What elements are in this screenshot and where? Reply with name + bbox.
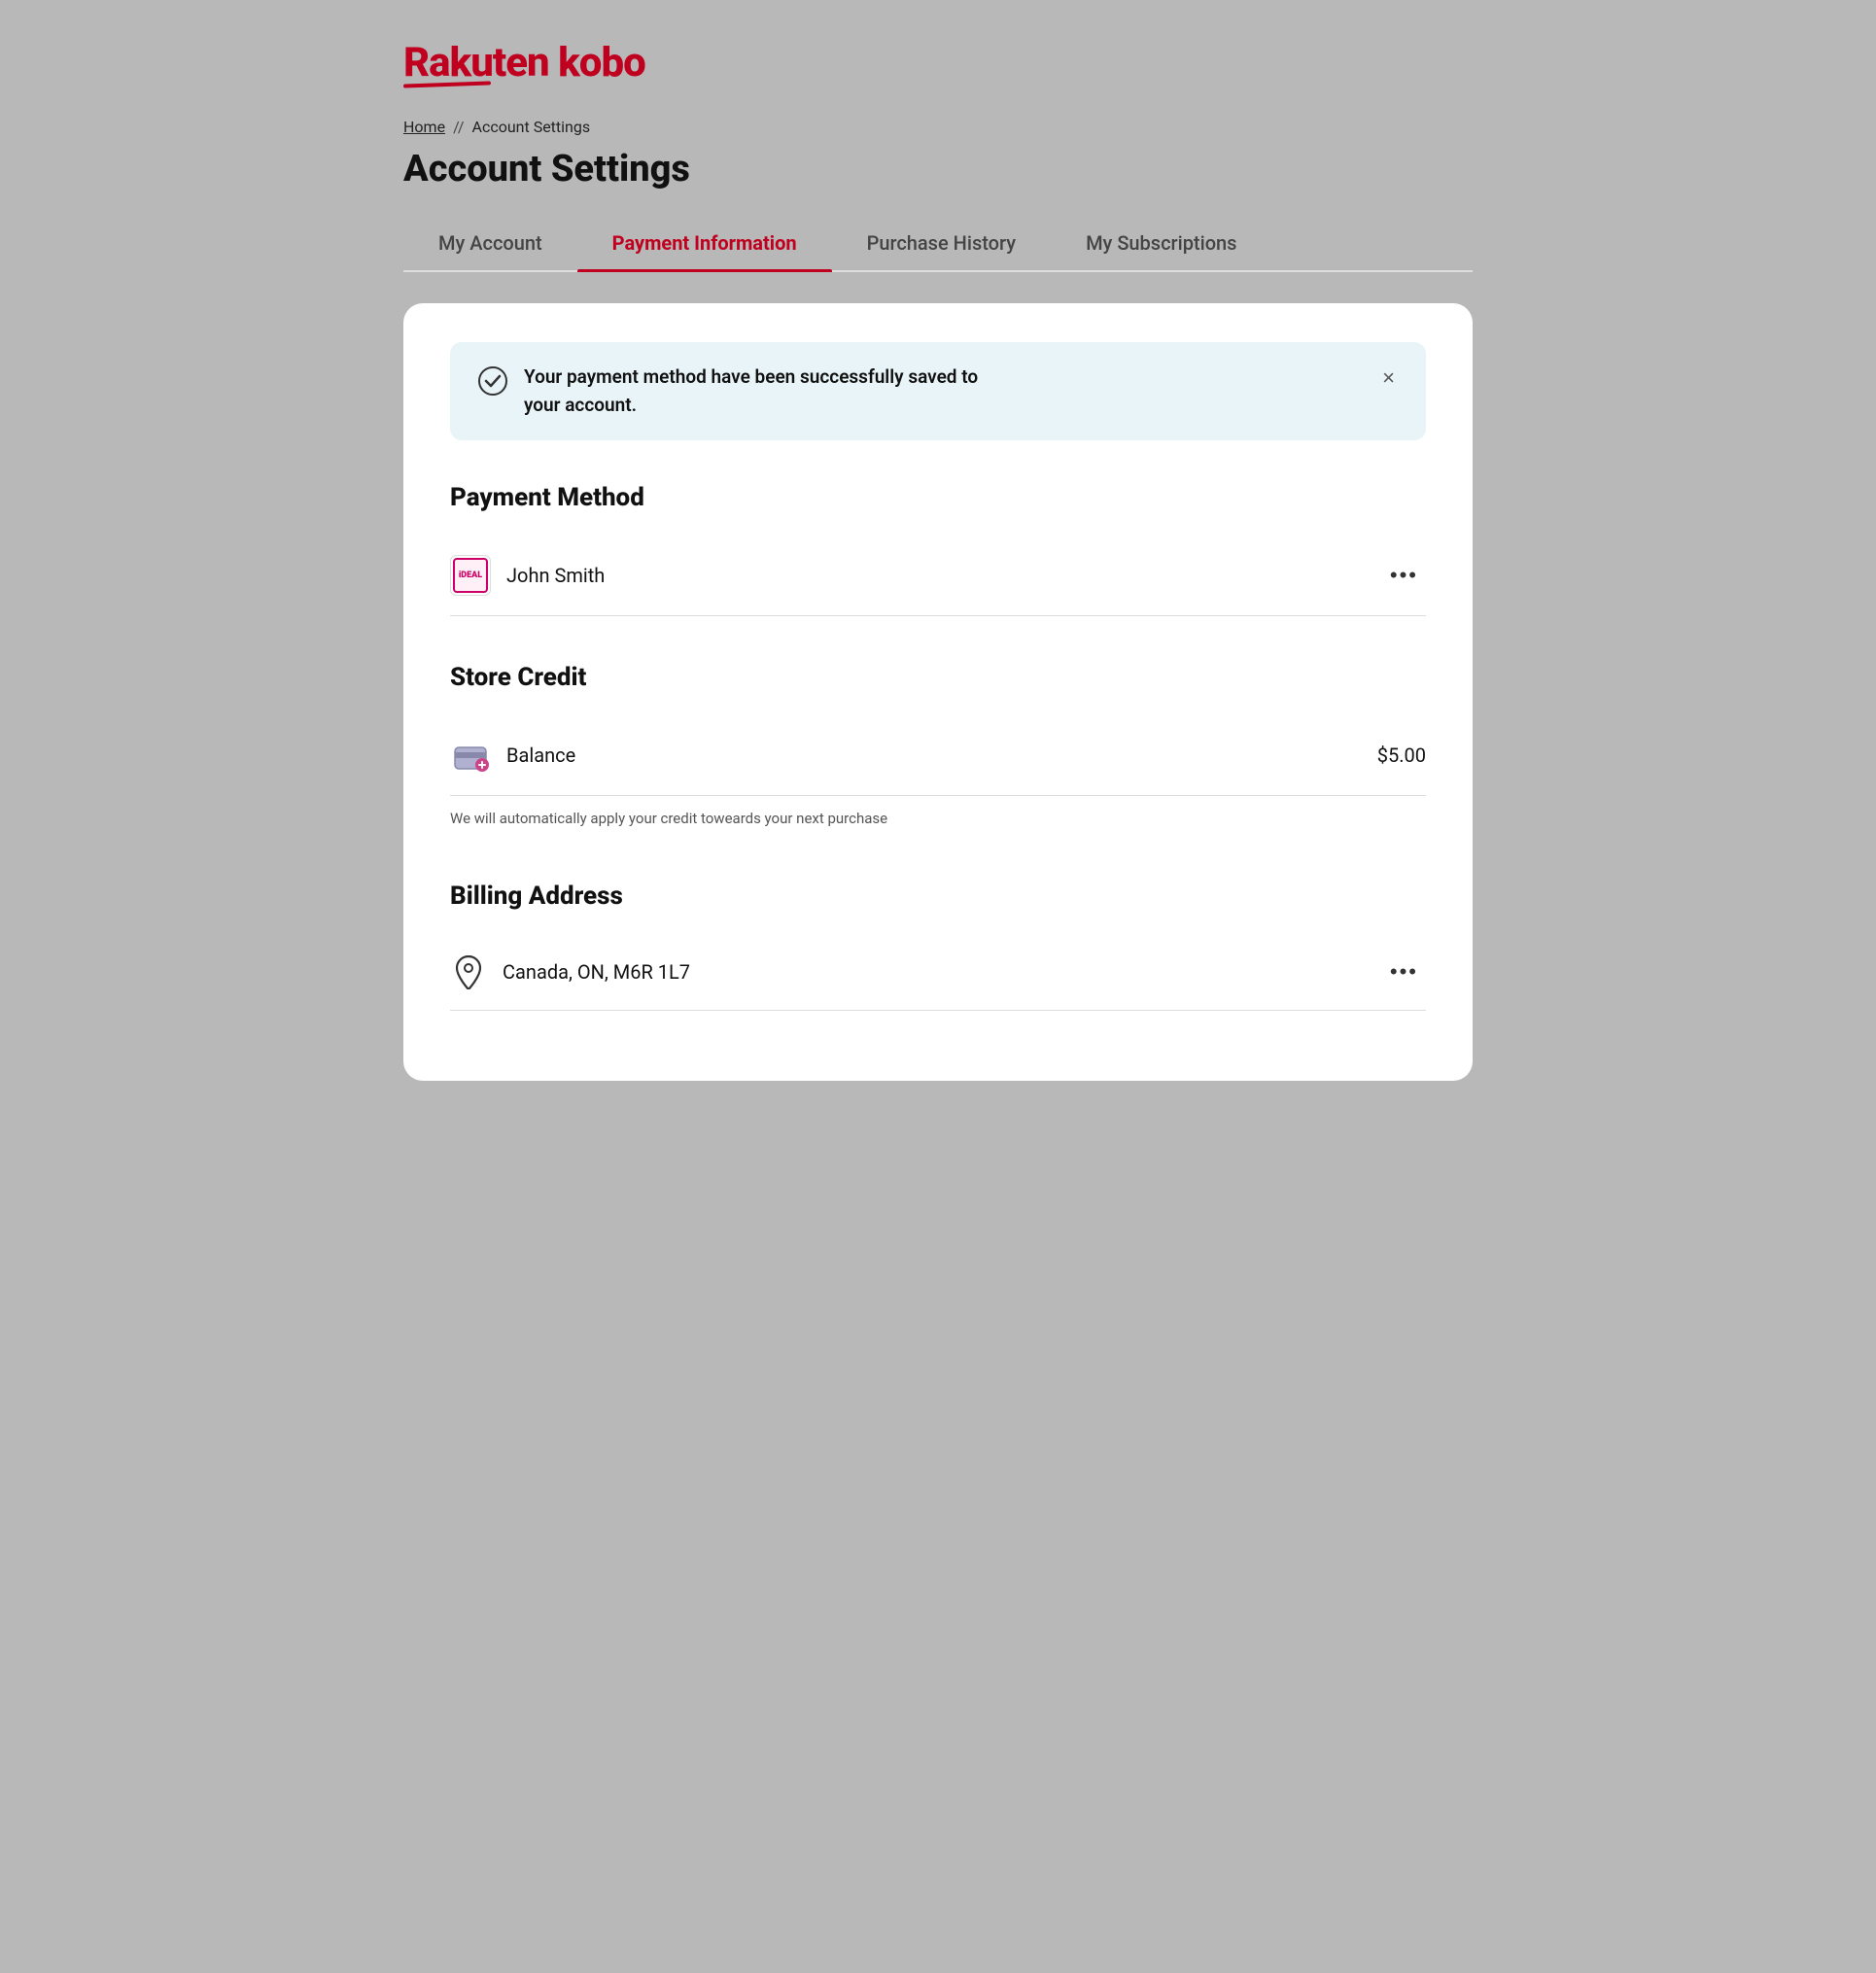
success-message-line1: Your payment method have been successful… [524, 365, 978, 388]
billing-address-more-button[interactable]: ••• [1382, 955, 1426, 988]
payment-method-left: iDEAL John Smith [450, 555, 605, 596]
ideal-label: iDEAL [459, 571, 482, 580]
store-credit-left: Balance [450, 735, 575, 776]
balance-value: $5.00 [1377, 744, 1426, 767]
payment-method-title: Payment Method [450, 483, 1426, 512]
payment-method-section: Payment Method iDEAL John Smith ••• [450, 483, 1426, 616]
store-credit-note: We will automatically apply your credit … [450, 810, 1426, 835]
logo: Rakuten kobo [403, 39, 1473, 87]
success-banner: Your payment method have been successful… [450, 342, 1426, 440]
breadcrumb-current: Account Settings [472, 118, 591, 136]
tabs-container: My Account Payment Information Purchase … [403, 218, 1473, 272]
ideal-icon: iDEAL [450, 555, 491, 596]
payment-method-row: iDEAL John Smith ••• [450, 536, 1426, 616]
store-credit-icon [450, 735, 491, 776]
store-credit-section: Store Credit Balance $5.00 We will a [450, 663, 1426, 835]
breadcrumb-separator: // [453, 118, 464, 136]
success-banner-left: Your payment method have been successful… [477, 363, 978, 419]
content-card: Your payment method have been successful… [403, 303, 1473, 1081]
page-container: Rakuten kobo Home // Account Settings Ac… [403, 39, 1473, 1934]
logo-text[interactable]: Rakuten kobo [403, 39, 1473, 87]
breadcrumb-home[interactable]: Home [403, 118, 445, 136]
page-title: Account Settings [403, 148, 1473, 190]
success-message: Your payment method have been successful… [524, 363, 978, 419]
breadcrumb: Home // Account Settings [403, 118, 1473, 136]
tab-payment-information[interactable]: Payment Information [577, 218, 832, 270]
tab-my-account[interactable]: My Account [403, 218, 577, 270]
billing-address-title: Billing Address [450, 882, 1426, 911]
store-credit-title: Store Credit [450, 663, 1426, 692]
tab-purchase-history[interactable]: Purchase History [832, 218, 1051, 270]
store-credit-row: Balance $5.00 [450, 715, 1426, 796]
check-circle-icon [477, 365, 508, 397]
billing-address-section: Billing Address Canada, ON, M6R 1L7 ••• [450, 882, 1426, 1011]
success-message-line2: your account. [524, 394, 637, 416]
location-pin-icon [450, 953, 487, 990]
tab-my-subscriptions[interactable]: My Subscriptions [1051, 218, 1271, 270]
payment-method-name: John Smith [506, 564, 605, 587]
close-banner-button[interactable]: × [1378, 365, 1399, 391]
billing-address-row: Canada, ON, M6R 1L7 ••• [450, 934, 1426, 1011]
billing-address-value: Canada, ON, M6R 1L7 [503, 960, 690, 984]
balance-label: Balance [506, 744, 575, 767]
payment-method-more-button[interactable]: ••• [1382, 559, 1426, 592]
billing-address-left: Canada, ON, M6R 1L7 [450, 953, 690, 990]
